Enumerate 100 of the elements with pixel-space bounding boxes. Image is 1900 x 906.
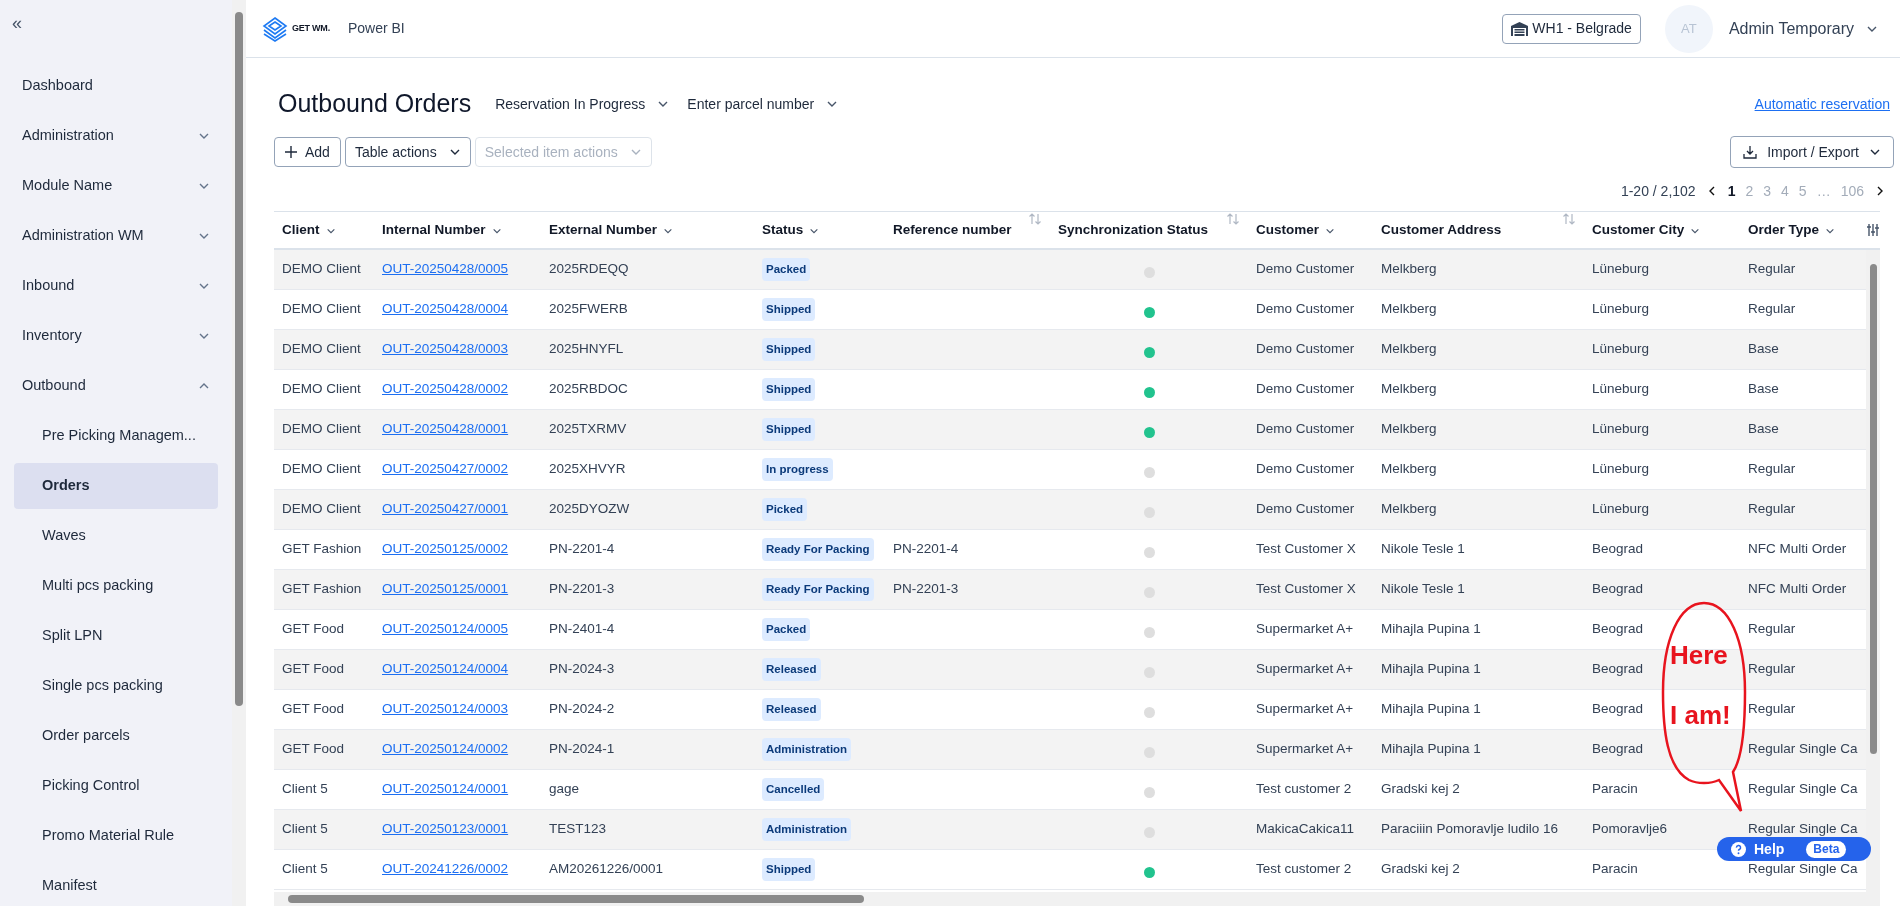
order-link[interactable]: OUT-20241226/0002 [382, 859, 509, 880]
order-link[interactable]: OUT-20250124/0004 [382, 659, 509, 680]
sidebar-item[interactable]: Administration [14, 113, 218, 159]
order-link[interactable]: OUT-20250124/0001 [382, 779, 509, 800]
sidebar-item[interactable]: Inventory [14, 313, 218, 359]
table-cell-text: DEMO Client [282, 260, 361, 279]
order-link[interactable]: OUT-20250124/0003 [382, 699, 509, 720]
annotation-text: Here [1670, 640, 1728, 670]
order-link[interactable]: OUT-20250125/0002 [382, 539, 509, 560]
table-cell-text: PN-2201-4 [893, 540, 959, 559]
sidebar-item[interactable]: Administration WM [14, 213, 218, 259]
table-cell-text: Beograd [1592, 660, 1644, 679]
order-link[interactable]: OUT-20250125/0001 [382, 579, 509, 600]
order-link[interactable]: OUT-20250123/0001 [382, 819, 509, 840]
user-menu[interactable]: Admin Temporary [1728, 16, 1878, 41]
status-badge: Ready For Packing [762, 537, 874, 562]
table-cell-text: 2025HNYFL [549, 340, 624, 359]
page-link[interactable]: 1 [1727, 180, 1736, 202]
table-cell-text: Regular Single Ca [1748, 740, 1858, 759]
sidebar-item[interactable]: Multi pcs packing [14, 563, 218, 609]
filter-icon [325, 226, 336, 236]
warehouse-button[interactable]: WH1 - Belgrade [1502, 13, 1641, 44]
filter-dropdown[interactable]: Enter parcel number [687, 93, 839, 115]
add-button[interactable]: Add [274, 137, 341, 167]
order-link[interactable]: OUT-20250427/0001 [382, 499, 509, 520]
table-cell-text: Lüneburg [1592, 300, 1650, 319]
table-cell-text: Regular [1748, 700, 1796, 719]
sidebar-item[interactable]: Picking Control [14, 763, 218, 809]
sidebar-item[interactable]: Manifest [14, 863, 218, 906]
beta-badge: Beta [1806, 840, 1847, 858]
table-cell-text: Mihajla Pupina 1 [1381, 740, 1481, 759]
table-cell-text: Gradski kej 2 [1381, 860, 1460, 879]
column-header[interactable]: Reference number [893, 219, 1012, 241]
order-link[interactable]: OUT-20250428/0003 [382, 339, 509, 360]
automatic-reservation-link[interactable]: Automatic reservation [1754, 93, 1890, 115]
order-link[interactable]: OUT-20250428/0005 [382, 259, 509, 280]
sidebar-item[interactable]: Inbound [14, 263, 218, 309]
order-link[interactable]: OUT-20250124/0005 [382, 619, 509, 640]
column-settings-icon[interactable] [1866, 223, 1880, 237]
sidebar-item[interactable]: Module Name [14, 163, 218, 209]
import-export-button[interactable]: Import / Export [1730, 136, 1894, 168]
column-header[interactable]: Customer [1256, 219, 1319, 241]
table-cell-text: NFC Multi Order [1748, 580, 1847, 599]
column-header[interactable]: Customer City [1592, 219, 1685, 241]
table-cell-text: Lüneburg [1592, 260, 1650, 279]
status-badge: Administration [762, 737, 852, 762]
sidebar-item[interactable]: Orders [14, 463, 218, 509]
table-cell-text: PN-2201-4 [549, 540, 615, 559]
sidebar-item[interactable]: Single pcs packing [14, 663, 218, 709]
table-cell-text: Nikole Tesle 1 [1381, 580, 1465, 599]
order-link[interactable]: OUT-20250124/0002 [382, 739, 509, 760]
table-cell-text: PN-2201-3 [549, 580, 615, 599]
column-header[interactable]: Status [762, 219, 804, 241]
filter-dropdown[interactable]: Reservation In Progress [495, 93, 670, 115]
sidebar-item[interactable]: Order parcels [14, 713, 218, 759]
horizontal-scrollbar[interactable] [274, 892, 1880, 906]
sidebar-item[interactable]: Pre Picking Managem... [14, 413, 218, 459]
help-button[interactable]: Help Beta [1717, 837, 1871, 861]
table-cell-text: Client 5 [282, 820, 328, 839]
table-cell-text: Melkberg [1381, 260, 1437, 279]
filter-icon [809, 226, 820, 236]
sidebar-scrollbar[interactable] [232, 0, 246, 906]
table-cell-text: Lüneburg [1592, 420, 1650, 439]
status-badge: In progress [762, 457, 833, 482]
power-bi-link[interactable]: Power BI [347, 18, 405, 39]
order-link[interactable]: OUT-20250428/0002 [382, 379, 509, 400]
order-link[interactable]: OUT-20250428/0004 [382, 299, 509, 320]
filter-icon [1690, 226, 1701, 236]
sidebar-item[interactable]: Split LPN [14, 613, 218, 659]
annotation-text: I am! [1670, 700, 1731, 730]
column-header[interactable]: Internal Number [382, 219, 486, 241]
table-cell-text: Mihajla Pupina 1 [1381, 620, 1481, 639]
table-cell-text: Pomoravlje6 [1592, 820, 1668, 839]
sort-icon[interactable] [1226, 212, 1240, 226]
status-badge: Packed [762, 617, 811, 642]
table-cell-text: Demo Customer [1256, 420, 1355, 439]
column-header[interactable]: Customer Address [1381, 219, 1502, 241]
warehouse-icon [1511, 21, 1529, 36]
vertical-scrollbar[interactable] [1866, 250, 1880, 892]
column-header[interactable]: Client [282, 219, 320, 241]
sidebar-item[interactable]: Waves [14, 513, 218, 559]
order-link[interactable]: OUT-20250427/0002 [382, 459, 509, 480]
column-header[interactable]: External Number [549, 219, 658, 241]
filter-icon [1825, 226, 1836, 236]
order-link[interactable]: OUT-20250428/0001 [382, 419, 509, 440]
table-actions-button[interactable]: Table actions [344, 137, 471, 167]
sidebar-item[interactable]: Dashboard [14, 63, 218, 109]
column-header[interactable]: Order Type [1748, 219, 1820, 241]
status-badge: Shipped [762, 337, 816, 362]
sidebar-item[interactable]: Promo Material Rule [14, 813, 218, 859]
table-cell-text: DEMO Client [282, 500, 361, 519]
collapse-button[interactable]: « [12, 14, 22, 32]
download-icon [1743, 145, 1758, 159]
sidebar-item[interactable]: Outbound [14, 363, 218, 409]
column-header[interactable]: Synchronization Status [1058, 219, 1209, 241]
table-cell-text: Demo Customer [1256, 460, 1355, 479]
help-icon [1731, 841, 1746, 857]
sort-icon[interactable] [1562, 212, 1576, 226]
table-cell-text: Regular Single Ca [1748, 780, 1858, 799]
sort-icon[interactable] [1028, 212, 1042, 226]
